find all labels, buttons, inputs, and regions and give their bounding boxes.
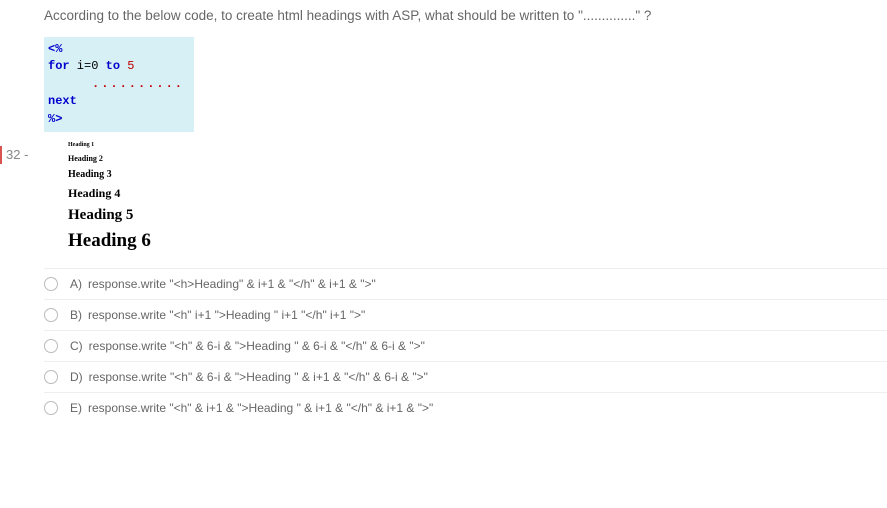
- options-list: A) response.write "<h>Heading" & i+1 & "<…: [44, 268, 887, 423]
- question-number-badge: 32 -: [0, 146, 32, 164]
- option-row[interactable]: E) response.write "<h" & i+1 & ">Heading …: [44, 392, 887, 423]
- radio-icon[interactable]: [44, 401, 58, 415]
- question-text: According to the below code, to create h…: [44, 8, 887, 23]
- option-text: response.write "<h" & 6-i & ">Heading " …: [89, 370, 428, 384]
- option-letter: C): [70, 339, 83, 353]
- option-text: response.write "<h>Heading" & i+1 & "</h…: [88, 277, 376, 291]
- heading-sample: Heading 1: [68, 142, 887, 148]
- option-text: response.write "<h" i+1 ">Heading " i+1 …: [88, 308, 365, 322]
- option-letter: E): [70, 401, 82, 415]
- option-text: response.write "<h" & i+1 & ">Heading " …: [88, 401, 433, 415]
- option-letter: A): [70, 277, 82, 291]
- option-row[interactable]: A) response.write "<h>Heading" & i+1 & "<…: [44, 268, 887, 299]
- heading-sample: Heading 6: [68, 230, 887, 252]
- question-content: According to the below code, to create h…: [44, 0, 887, 423]
- code-kw-to: to: [106, 59, 120, 73]
- option-row[interactable]: C) response.write "<h" & 6-i & ">Heading …: [44, 330, 887, 361]
- radio-icon[interactable]: [44, 339, 58, 353]
- heading-sample: Heading 5: [68, 207, 887, 224]
- radio-icon[interactable]: [44, 277, 58, 291]
- radio-icon[interactable]: [44, 370, 58, 384]
- code-close-tag: %>: [48, 112, 62, 126]
- option-row[interactable]: B) response.write "<h" i+1 ">Heading " i+…: [44, 299, 887, 330]
- headings-output: Heading 1 Heading 2 Heading 3 Heading 4 Head…: [44, 142, 887, 252]
- code-next: next: [48, 94, 77, 108]
- heading-sample: Heading 3: [68, 169, 887, 180]
- code-num: 5: [120, 59, 134, 73]
- heading-sample: Heading 2: [68, 154, 887, 163]
- code-kw-for: for: [48, 59, 70, 73]
- option-letter: B): [70, 308, 82, 322]
- code-open-tag: <%: [48, 42, 62, 56]
- option-letter: D): [70, 370, 83, 384]
- heading-sample: Heading 4: [68, 186, 887, 201]
- code-dots: ..........: [48, 76, 184, 93]
- option-row[interactable]: D) response.write "<h" & 6-i & ">Heading …: [44, 361, 887, 392]
- code-block: <% for i=0 to 5 .......... next %>: [44, 37, 194, 132]
- code-ident: i=0: [70, 59, 106, 73]
- radio-icon[interactable]: [44, 308, 58, 322]
- option-text: response.write "<h" & 6-i & ">Heading " …: [89, 339, 425, 353]
